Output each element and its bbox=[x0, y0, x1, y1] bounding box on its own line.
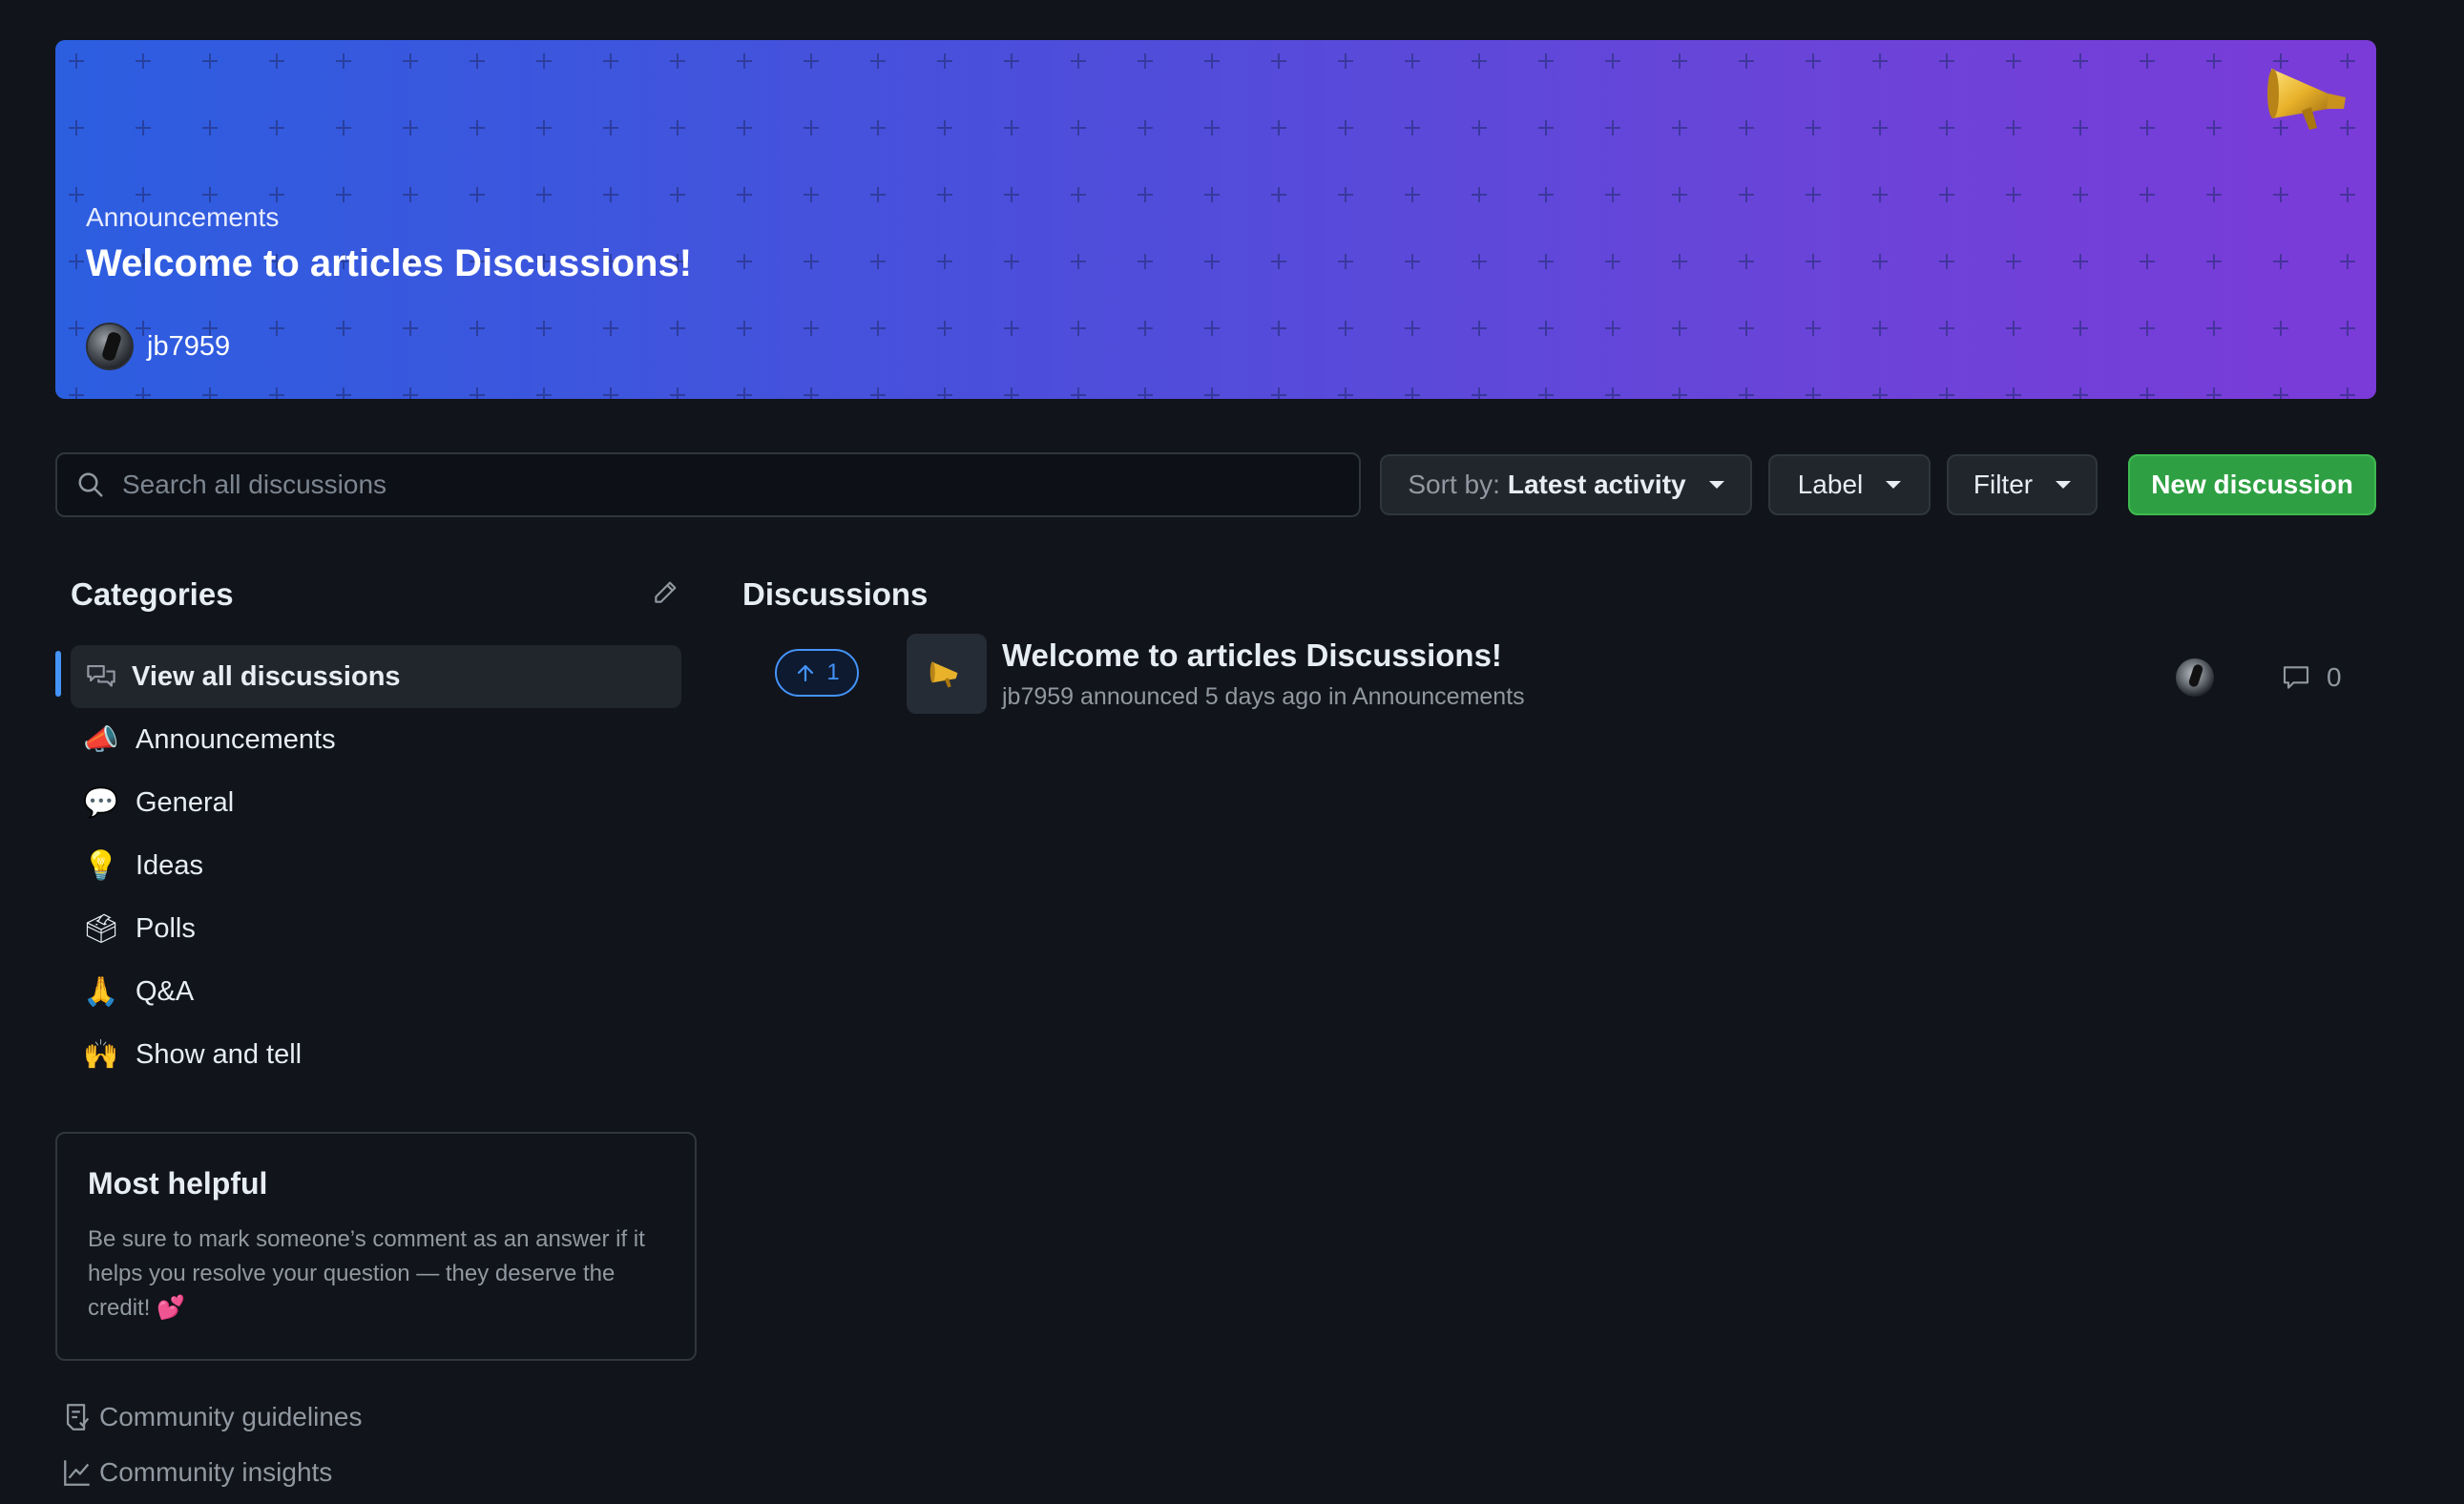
ballot-box-icon: 🗳 bbox=[82, 912, 120, 945]
search-input[interactable] bbox=[122, 470, 1359, 500]
chevron-down-icon bbox=[1886, 481, 1902, 489]
banner-author-name[interactable]: jb7959 bbox=[147, 331, 230, 363]
arrow-up-icon bbox=[798, 664, 814, 682]
megaphone-icon bbox=[2267, 69, 2346, 130]
pencil-icon[interactable] bbox=[651, 576, 681, 607]
sidebar-item-ideas[interactable]: 💡 Ideas bbox=[55, 834, 681, 897]
banner-author[interactable]: jb7959 bbox=[86, 323, 230, 370]
filter-dropdown-button[interactable]: Filter bbox=[1947, 454, 2098, 515]
categories-heading: Categories bbox=[71, 576, 234, 612]
new-discussion-button[interactable]: New discussion bbox=[2128, 454, 2376, 515]
megaphone-icon: 📣 bbox=[83, 723, 119, 756]
search-discussions-field[interactable] bbox=[55, 452, 1361, 517]
community-insights-label: Community insights bbox=[99, 1457, 333, 1487]
categories-list: View all discussions 📣 Announcements 💬 G… bbox=[55, 645, 681, 1086]
chevron-down-icon bbox=[1708, 481, 1724, 489]
sidebar-item-show-and-tell[interactable]: 🙌 Show and tell bbox=[55, 1023, 681, 1086]
discussion-category-icon bbox=[907, 634, 987, 714]
discussion-meta: jb7959 announced 5 days ago in Announcem… bbox=[1002, 683, 1525, 710]
lightbulb-icon: 💡 bbox=[83, 849, 119, 882]
megaphone-icon bbox=[929, 661, 958, 688]
community-insights-link[interactable]: Community insights bbox=[61, 1456, 332, 1489]
sort-prefix: Sort by: bbox=[1408, 470, 1500, 499]
banner-plus-pattern bbox=[55, 40, 2376, 399]
community-guidelines-link[interactable]: Community guidelines bbox=[61, 1401, 362, 1433]
sidebar-item-polls[interactable]: 🗳 Polls bbox=[55, 897, 681, 960]
upvote-count: 1 bbox=[826, 659, 840, 685]
discussions-page: Announcements Welcome to articles Discus… bbox=[0, 0, 2464, 1504]
sidebar-item-label: View all discussions bbox=[132, 660, 401, 692]
upvote-button[interactable]: 1 bbox=[775, 649, 859, 697]
raised-hands-icon: 🙌 bbox=[83, 1038, 119, 1071]
most-helpful-card: Most helpful Be sure to mark someone’s c… bbox=[55, 1132, 697, 1361]
comment-discussion-icon bbox=[84, 659, 118, 694]
sidebar-item-view-all-discussions[interactable]: View all discussions bbox=[55, 645, 681, 708]
banner-title[interactable]: Welcome to articles Discussions! bbox=[86, 242, 692, 285]
featured-announcement-banner[interactable]: Announcements Welcome to articles Discus… bbox=[55, 40, 2376, 399]
search-icon bbox=[78, 472, 103, 497]
filter-button-text: Filter bbox=[1973, 470, 2034, 499]
most-helpful-text: Be sure to mark someone’s comment as an … bbox=[88, 1226, 645, 1321]
avatar[interactable] bbox=[86, 323, 134, 370]
sidebar-item-label: General bbox=[136, 786, 235, 818]
sort-value: Latest activity bbox=[1507, 470, 1686, 499]
discussion-comment-count[interactable]: 0 bbox=[2281, 662, 2342, 693]
discussions-heading: Discussions bbox=[742, 576, 929, 612]
sidebar-item-general[interactable]: 💬 General bbox=[55, 771, 681, 834]
sidebar-item-label: Q&A bbox=[136, 975, 195, 1007]
book-icon bbox=[66, 1404, 90, 1431]
discussion-title-link[interactable]: Welcome to articles Discussions! bbox=[1002, 637, 1502, 674]
comment-count: 0 bbox=[2327, 662, 2342, 692]
most-helpful-title: Most helpful bbox=[88, 1166, 268, 1201]
community-guidelines-label: Community guidelines bbox=[99, 1402, 363, 1431]
banner-category[interactable]: Announcements bbox=[86, 202, 279, 233]
graph-icon bbox=[64, 1460, 90, 1486]
comment-icon bbox=[2283, 666, 2309, 689]
label-dropdown-button[interactable]: Label bbox=[1768, 454, 1931, 515]
pray-icon: 🙏 bbox=[83, 975, 119, 1008]
sort-dropdown-button[interactable]: Sort by: Latest activity bbox=[1380, 454, 1752, 515]
chevron-down-icon bbox=[2056, 481, 2072, 489]
sidebar-item-label: Ideas bbox=[136, 849, 203, 881]
avatar[interactable] bbox=[2176, 658, 2214, 697]
sidebar-item-label: Polls bbox=[136, 912, 196, 944]
sidebar-item-qa[interactable]: 🙏 Q&A bbox=[55, 960, 681, 1023]
sidebar-item-label: Announcements bbox=[136, 723, 336, 755]
label-button-text: Label bbox=[1797, 470, 1864, 499]
speech-balloon-icon: 💬 bbox=[83, 786, 119, 819]
sidebar-item-announcements[interactable]: 📣 Announcements bbox=[55, 708, 681, 771]
sidebar-item-label: Show and tell bbox=[136, 1038, 303, 1070]
